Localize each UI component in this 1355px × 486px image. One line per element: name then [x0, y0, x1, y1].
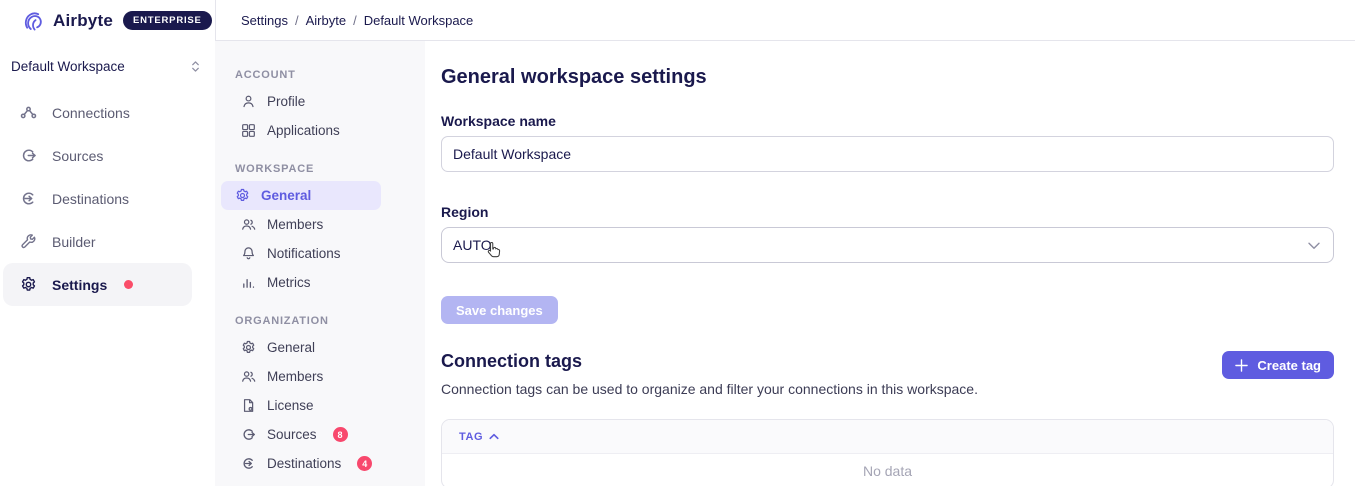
bell-icon [241, 246, 256, 261]
table-header-row: TAG [442, 420, 1333, 454]
enterprise-badge: ENTERPRISE [123, 11, 212, 30]
breadcrumb-airbyte[interactable]: Airbyte [306, 13, 346, 28]
subnav-item-label: Applications [267, 123, 340, 138]
breadcrumb: Settings / Airbyte / Default Workspace [241, 13, 473, 28]
breadcrumb-default-workspace[interactable]: Default Workspace [364, 13, 474, 28]
source-arrow-icon [20, 147, 37, 164]
sidebar-item-label: Builder [52, 234, 96, 250]
workspace-name-label: Workspace name [441, 113, 1334, 129]
workspace-selector-value: Default Workspace [11, 59, 125, 74]
subnav-item-profile[interactable]: Profile [221, 87, 381, 116]
subnav-item-label: Destinations [267, 456, 341, 471]
gear-icon [235, 188, 250, 203]
main-sidebar: Default Workspace Connections [0, 41, 215, 486]
gear-icon [241, 340, 256, 355]
destinations-count-badge: 4 [357, 456, 372, 471]
subnav-section-workspace: WORKSPACE General Members [215, 163, 425, 297]
subnav-item-org-sources[interactable]: Sources 8 [221, 420, 381, 449]
people-icon [241, 369, 256, 384]
settings-subnav: ACCOUNT Profile Applications [215, 41, 425, 486]
connection-tags-title: Connection tags [441, 351, 978, 372]
subnav-section-account: ACCOUNT Profile Applications [215, 69, 425, 145]
sidebar-item-label: Settings [52, 277, 107, 293]
connections-icon [20, 104, 37, 121]
destination-arrow-icon [20, 190, 37, 207]
workspace-name-input[interactable] [441, 136, 1334, 172]
subnav-item-license[interactable]: License [221, 391, 381, 420]
wrench-icon [20, 233, 37, 250]
person-icon [241, 94, 256, 109]
subnav-item-label: Profile [267, 94, 305, 109]
subnav-item-notifications[interactable]: Notifications [221, 239, 381, 268]
document-icon [241, 398, 256, 413]
subnav-section-organization: ORGANIZATION General Members [215, 315, 425, 478]
sidebar-item-connections[interactable]: Connections [3, 91, 192, 134]
tag-column-header[interactable]: TAG [459, 431, 483, 443]
sidebar-item-label: Destinations [52, 191, 129, 207]
subnav-item-label: Metrics [267, 275, 311, 290]
sidebar-item-builder[interactable]: Builder [3, 220, 192, 263]
brand-wordmark: Airbyte [53, 11, 113, 31]
breadcrumb-settings[interactable]: Settings [241, 13, 288, 28]
hand-cursor-icon [486, 241, 502, 259]
section-title: WORKSPACE [235, 163, 425, 175]
save-changes-button[interactable]: Save changes [441, 296, 558, 324]
breadcrumb-bar: Settings / Airbyte / Default Workspace [215, 0, 1355, 41]
people-icon [241, 217, 256, 232]
chevron-down-icon [1308, 242, 1320, 250]
breadcrumb-separator: / [353, 13, 357, 28]
brand-area: Airbyte ENTERPRISE [0, 0, 215, 41]
subnav-item-workspace-members[interactable]: Members [221, 210, 381, 239]
bar-chart-icon [241, 275, 256, 290]
sidebar-item-label: Connections [52, 105, 130, 121]
sidebar-nav: Connections Sources Destinations [0, 91, 215, 306]
subnav-item-org-members[interactable]: Members [221, 362, 381, 391]
subnav-item-label: Members [267, 217, 323, 232]
subnav-item-label: Notifications [267, 246, 341, 261]
notification-dot [124, 280, 133, 289]
sources-count-badge: 8 [333, 427, 348, 442]
connection-tags-table: TAG No data [441, 419, 1334, 486]
plus-icon [1235, 359, 1248, 372]
sidebar-item-destinations[interactable]: Destinations [3, 177, 192, 220]
section-title: ORGANIZATION [235, 315, 425, 327]
grid-icon [241, 123, 256, 138]
chevron-up-down-icon [190, 59, 201, 74]
region-label: Region [441, 204, 1334, 220]
sidebar-item-label: Sources [52, 148, 103, 164]
create-tag-button[interactable]: Create tag [1222, 351, 1334, 379]
subnav-item-label: Sources [267, 427, 317, 442]
subnav-item-label: Members [267, 369, 323, 384]
subnav-item-label: General [261, 188, 311, 203]
main-content: General workspace settings Workspace nam… [425, 41, 1355, 486]
source-arrow-icon [241, 427, 256, 442]
sidebar-item-settings[interactable]: Settings [3, 263, 192, 306]
subnav-item-applications[interactable]: Applications [221, 116, 381, 145]
connection-tags-description: Connection tags can be used to organize … [441, 381, 978, 397]
destination-arrow-icon [241, 456, 256, 471]
gear-icon [20, 276, 37, 293]
sort-ascending-icon[interactable] [489, 433, 499, 440]
subnav-item-workspace-general[interactable]: General [221, 181, 381, 210]
sidebar-item-sources[interactable]: Sources [3, 134, 192, 177]
breadcrumb-separator: / [295, 13, 299, 28]
page-title: General workspace settings [441, 66, 1334, 89]
subnav-item-metrics[interactable]: Metrics [221, 268, 381, 297]
subnav-item-label: General [267, 340, 315, 355]
top-bar: Airbyte ENTERPRISE Settings / Airbyte / … [0, 0, 1355, 41]
subnav-item-org-general[interactable]: General [221, 333, 381, 362]
region-select[interactable]: AUTO [441, 227, 1334, 263]
subnav-item-org-destinations[interactable]: Destinations 4 [221, 449, 381, 478]
subnav-item-label: License [267, 398, 314, 413]
airbyte-logo-icon [24, 10, 43, 31]
workspace-selector[interactable]: Default Workspace [0, 49, 215, 83]
empty-state-text: No data [442, 454, 1333, 486]
section-title: ACCOUNT [235, 69, 425, 81]
